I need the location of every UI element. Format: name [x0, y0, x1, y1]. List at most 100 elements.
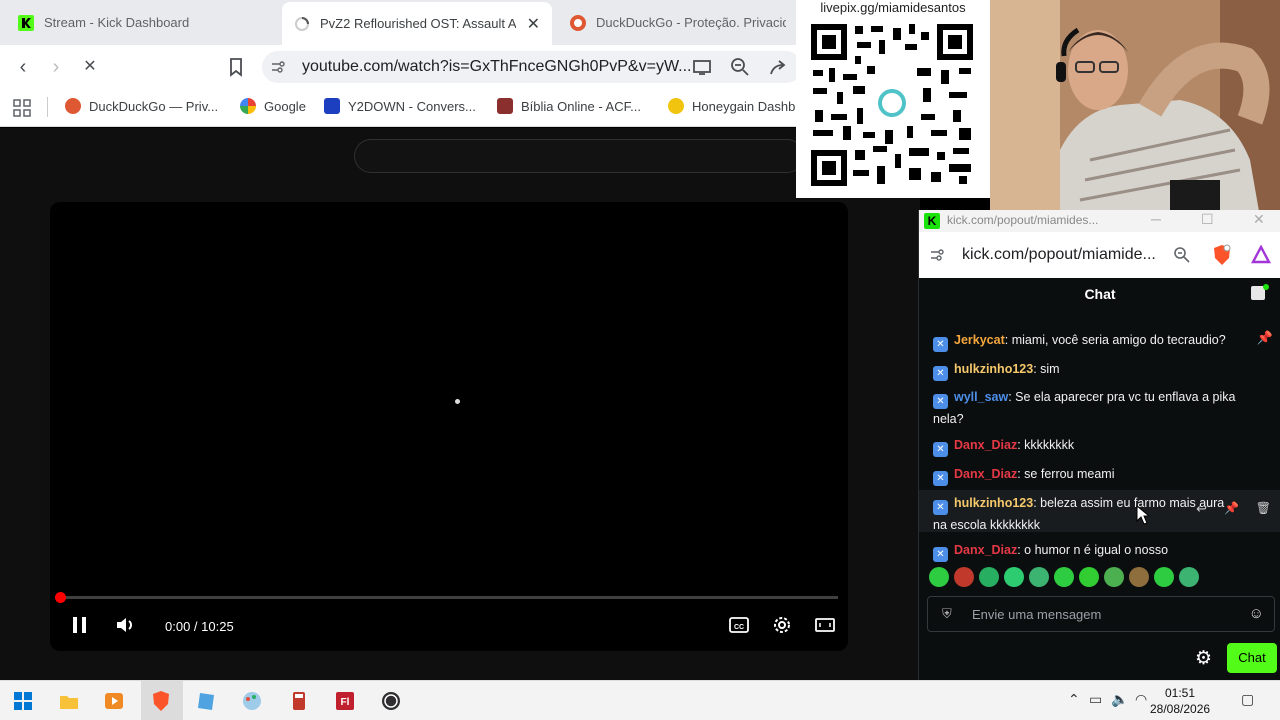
search-input[interactable] — [354, 139, 804, 173]
zoom-icon[interactable] — [1173, 246, 1191, 264]
forward-icon[interactable]: › — [44, 55, 68, 79]
url-text: youtube.com/watch?is=GxThFnceGNGh0PvP&v=… — [302, 58, 692, 75]
pin-icon[interactable]: 📌 — [1257, 330, 1273, 346]
volume-tray-icon[interactable]: 🔈 — [1111, 691, 1128, 708]
chat-send-button[interactable]: Chat — [1227, 643, 1277, 673]
pin-message-icon[interactable]: 📌 — [1224, 501, 1239, 515]
flash-icon[interactable]: Fl — [334, 690, 356, 712]
chat-username[interactable]: wyll_saw — [954, 390, 1008, 404]
close-tab-icon[interactable]: ✕ — [519, 14, 540, 34]
emote-icon[interactable] — [1054, 567, 1074, 587]
windows-start-icon[interactable] — [12, 690, 34, 712]
system-clock[interactable]: 01:51 28/08/2026 — [1150, 685, 1210, 717]
chat-message-input[interactable]: ⛨ Envie uma mensagem ☺ — [927, 596, 1275, 632]
emote-icon[interactable] — [979, 567, 999, 587]
network-icon[interactable]: ◠ — [1135, 691, 1147, 708]
zoom-icon[interactable] — [728, 55, 752, 79]
bookmark-y2down[interactable]: Y2DOWN - Convers... — [324, 98, 476, 114]
emote-icon[interactable] — [1104, 567, 1124, 587]
chat-message: ✕ hulkzinho123: sim — [933, 359, 1259, 381]
calculator-icon[interactable] — [288, 690, 310, 712]
chat-username[interactable]: Danx_Diaz — [954, 467, 1017, 481]
bookmark-label: Y2DOWN - Convers... — [348, 98, 476, 114]
chat-username[interactable]: Danx_Diaz — [954, 438, 1017, 452]
notification-dot — [1263, 284, 1269, 290]
notifications-icon[interactable]: ▢ — [1241, 691, 1254, 708]
brave-rewards-icon[interactable] — [1251, 245, 1271, 265]
volume-icon[interactable] — [114, 614, 136, 636]
chat-text: : sim — [1033, 362, 1060, 376]
chat-settings-gear-icon[interactable]: ⚙ — [1195, 647, 1212, 670]
settings-gear-icon[interactable] — [771, 614, 793, 636]
share-icon[interactable] — [766, 55, 790, 79]
emote-icon[interactable] — [1129, 567, 1149, 587]
progress-bar[interactable] — [55, 592, 838, 603]
webcam-overlay — [990, 0, 1280, 217]
google-icon — [240, 98, 256, 114]
obs-icon[interactable] — [380, 690, 402, 712]
emote-icon[interactable] — [1029, 567, 1049, 587]
clock-date: 28/08/2026 — [1150, 702, 1211, 716]
site-settings-icon[interactable] — [270, 59, 286, 75]
tab-youtube-video[interactable]: PvZ2 Reflourished OST: Assault A ✕ — [282, 2, 552, 45]
chat-username[interactable]: Danx_Diaz — [954, 543, 1017, 557]
delete-icon[interactable]: 🗑 — [1256, 501, 1271, 515]
sword-badge-icon: ✕ — [933, 471, 948, 486]
tab-duckduckgo[interactable]: DuckDuckGo - Proteção. Privacidad — [558, 4, 798, 41]
emote-icon[interactable] — [954, 567, 974, 587]
time-display: 0:00 / 10:25 — [165, 619, 234, 634]
bookmark-honeygain[interactable]: Honeygain Dashb — [668, 98, 795, 114]
apps-grid-icon[interactable] — [12, 98, 32, 118]
theater-mode-icon[interactable] — [814, 614, 836, 636]
webcam-feed-image — [990, 0, 1280, 217]
back-icon[interactable]: ‹ — [11, 55, 35, 79]
sword-badge-icon: ✕ — [933, 394, 948, 409]
close-window-icon[interactable]: ✕ — [1253, 211, 1265, 228]
bookmark-google[interactable]: Google — [240, 98, 306, 114]
kick-chat-popout-window: K kick.com/popout/miamides... ─ ☐ ✕ kick… — [918, 210, 1280, 685]
bookmarks-divider — [47, 97, 48, 117]
chat-username[interactable]: Jerkycat — [954, 333, 1005, 347]
emote-icon[interactable] — [1179, 567, 1199, 587]
file-explorer-icon[interactable] — [58, 690, 80, 712]
bookmark-duckduckgo[interactable]: DuckDuckGo — Priv... — [65, 98, 218, 114]
sword-badge-icon: ✕ — [933, 547, 948, 562]
brave-shield-icon[interactable] — [1212, 244, 1232, 266]
chat-username[interactable]: hulkzinho123 — [954, 496, 1033, 510]
bookmark-biblia-online[interactable]: Bíblia Online - ACF... — [497, 98, 641, 114]
kick-logo-icon: K — [924, 213, 940, 229]
tab-label: Stream - Kick Dashboard — [44, 15, 190, 30]
site-settings-icon[interactable] — [929, 247, 945, 263]
subtitles-icon[interactable]: CC — [728, 614, 750, 636]
popout-address-bar[interactable]: kick.com/popout/miamide... — [919, 232, 1280, 278]
tab-kick-dashboard[interactable]: Stream - Kick Dashboard — [6, 4, 276, 41]
emote-icon[interactable] — [1154, 567, 1174, 587]
progress-scrubber[interactable] — [55, 592, 66, 603]
notepad-icon[interactable] — [196, 690, 218, 712]
media-player-icon[interactable] — [103, 690, 125, 712]
loading-spinner-icon — [295, 16, 309, 31]
minimize-icon[interactable]: ─ — [1151, 211, 1161, 227]
reply-icon[interactable]: ↩ — [1196, 501, 1207, 517]
bookmark-icon[interactable] — [224, 55, 248, 79]
emote-icon[interactable] — [1079, 567, 1099, 587]
sword-badge-icon: ✕ — [933, 442, 948, 457]
bookmark-label: DuckDuckGo — Priv... — [89, 98, 219, 114]
emote-icon[interactable] — [1004, 567, 1024, 587]
honeygain-icon — [668, 98, 684, 114]
screen: Stream - Kick Dashboard PvZ2 Reflourishe… — [0, 0, 1280, 720]
paint-icon[interactable] — [241, 690, 263, 712]
chat-username[interactable]: hulkzinho123 — [954, 362, 1033, 376]
stop-loading-icon[interactable]: ✕ — [78, 55, 102, 79]
address-bar[interactable]: youtube.com/watch?is=GxThFnceGNGh0PvP&v=… — [262, 51, 802, 83]
pause-icon[interactable] — [70, 614, 90, 636]
brave-browser-icon[interactable] — [150, 690, 172, 712]
chat-text: : o humor n é igual o nosso — [1017, 543, 1169, 557]
cast-icon[interactable] — [690, 55, 714, 79]
battery-icon[interactable]: ▭ — [1089, 691, 1102, 708]
show-hidden-icons-chevron-icon[interactable]: ⌃ — [1068, 691, 1080, 708]
video-player[interactable]: 0:00 / 10:25 CC — [50, 202, 848, 651]
maximize-icon[interactable]: ☐ — [1201, 211, 1214, 228]
emote-icon[interactable] — [929, 567, 949, 587]
emoji-icon[interactable]: ☺ — [1249, 605, 1264, 622]
